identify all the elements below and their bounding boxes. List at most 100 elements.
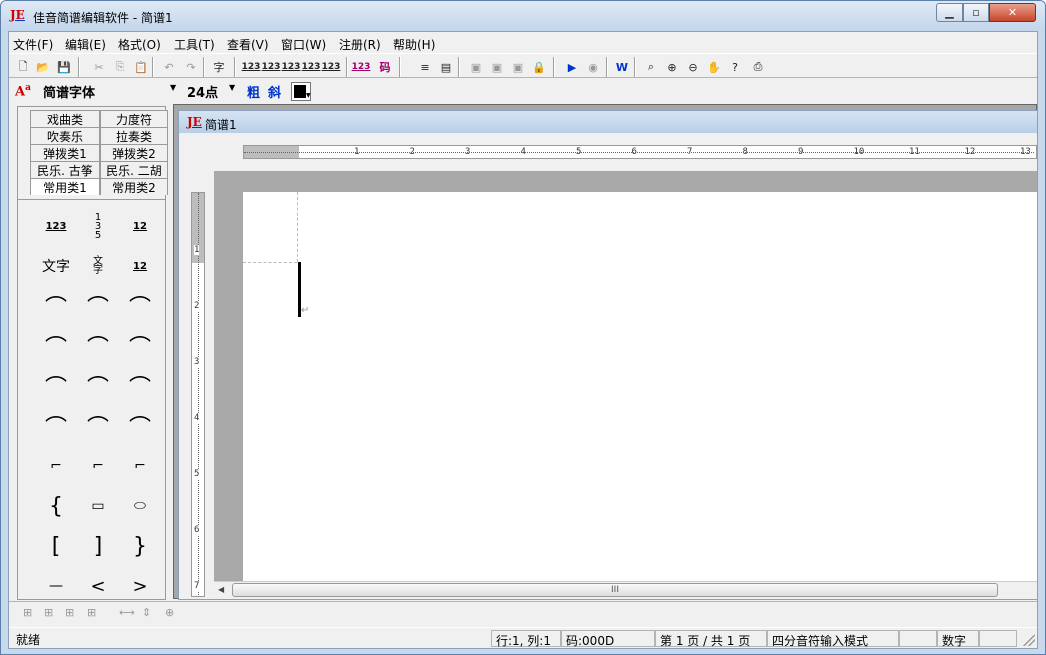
align-left-button[interactable]: ≡	[415, 57, 435, 77]
palette-symbol[interactable]: }	[120, 528, 160, 564]
score-page[interactable]: ↵	[243, 192, 1037, 581]
menu-item[interactable]: 文件(F)	[13, 36, 53, 53]
menu-item[interactable]: 窗口(W)	[281, 36, 326, 53]
palette-symbol[interactable]: >	[120, 568, 160, 604]
chevron-down-icon[interactable]: ▼	[170, 83, 176, 92]
palette-symbol[interactable]: 12	[120, 208, 160, 244]
resize-grip[interactable]	[1023, 634, 1035, 646]
palette-symbol[interactable]: ⌒	[78, 328, 118, 364]
palette-symbol[interactable]: <	[78, 568, 118, 604]
menu-item[interactable]: 格式(O)	[118, 36, 161, 53]
menu-item[interactable]: 帮助(H)	[393, 36, 435, 53]
word-button[interactable]: W	[612, 57, 632, 77]
cut-button[interactable]: ✂	[89, 57, 109, 77]
same-width-icon[interactable]: ⟷	[119, 606, 135, 619]
palette-tab[interactable]: 吹奏乐	[30, 127, 100, 144]
palette-symbol[interactable]: [	[36, 528, 76, 564]
notation-2-button[interactable]: 123	[261, 57, 281, 77]
palette-symbol[interactable]: 1 3 5	[78, 208, 118, 244]
notation-5-button[interactable]: 123	[321, 57, 341, 77]
notation-color-button[interactable]: 123	[351, 57, 371, 77]
palette-symbol[interactable]: ⬭	[120, 488, 160, 524]
notation-1-button[interactable]: 123	[241, 57, 261, 77]
palette-symbol[interactable]: ⌐	[120, 448, 160, 484]
menu-item[interactable]: 查看(V)	[227, 36, 269, 53]
new-file-button[interactable]: 🗋	[13, 57, 33, 77]
lock-button[interactable]: 🔒	[529, 57, 549, 77]
scroll-thumb[interactable]: III	[232, 583, 998, 597]
palette-symbol[interactable]: ⌒	[78, 368, 118, 404]
distribute-icon[interactable]: ⊞	[87, 606, 96, 619]
palette-symbol[interactable]: 文 字	[78, 248, 118, 284]
palette-symbol[interactable]: —	[36, 568, 76, 604]
palette-symbol[interactable]: 12	[120, 248, 160, 284]
undo-button[interactable]: ↶	[159, 57, 179, 77]
palette-symbol[interactable]: 文字	[36, 248, 76, 284]
palette-symbol[interactable]: ⌒	[36, 408, 76, 444]
palette-symbol[interactable]: ⌒	[78, 288, 118, 324]
zoom-page-button[interactable]: ⌕	[641, 57, 661, 77]
palette-tab[interactable]: 常用类2	[100, 178, 168, 195]
palette-symbol[interactable]: ]	[78, 528, 118, 564]
palette-symbol[interactable]: ⌒	[120, 288, 160, 324]
play-button[interactable]: ▶	[562, 57, 582, 77]
menu-item[interactable]: 编辑(E)	[65, 36, 106, 53]
hand-button[interactable]: ✋	[704, 57, 724, 77]
help-button[interactable]: ?	[725, 57, 745, 77]
zoom-in-button[interactable]: ⊕	[662, 57, 682, 77]
open-folder-button[interactable]: 📂	[33, 57, 53, 77]
palette-symbol[interactable]: 123	[36, 208, 76, 244]
italic-button[interactable]: 斜	[268, 82, 281, 101]
layer-1-button[interactable]: ▣	[466, 57, 486, 77]
redo-button[interactable]: ↷	[181, 57, 201, 77]
palette-tab[interactable]: 拉奏类	[100, 127, 168, 144]
palette-symbol[interactable]: ⌒	[120, 408, 160, 444]
notation-3-button[interactable]: 123	[281, 57, 301, 77]
notation-4-button[interactable]: 123	[301, 57, 321, 77]
layer-3-button[interactable]: ▣	[508, 57, 528, 77]
align-middle-icon[interactable]: ⊞	[44, 606, 53, 619]
copy-button[interactable]: ⎘	[110, 57, 130, 77]
horizontal-ruler[interactable]: 1234567891011121314	[243, 145, 1037, 159]
maximize-button[interactable]: ▫	[963, 3, 989, 22]
horizontal-scrollbar[interactable]: ◀ III	[214, 581, 1037, 598]
font-color-button[interactable]: ▼	[291, 82, 311, 101]
stop-button[interactable]: ◉	[583, 57, 603, 77]
palette-tab[interactable]: 弹拨类2	[100, 144, 168, 161]
palette-symbol[interactable]: ⌒	[36, 368, 76, 404]
palette-tab[interactable]: 戏曲类	[30, 110, 100, 127]
print-button[interactable]: ⎙	[748, 57, 768, 77]
align-top-icon[interactable]: ⊞	[23, 606, 32, 619]
palette-tab[interactable]: 常用类1	[30, 178, 100, 195]
palette-symbol[interactable]: ⌒	[36, 328, 76, 364]
align-bottom-icon[interactable]: ⊞	[65, 606, 74, 619]
palette-symbol[interactable]: ⌒	[120, 328, 160, 364]
vertical-ruler[interactable]: 1 2 3 4 5 6 7	[191, 192, 205, 597]
same-height-icon[interactable]: ⇕	[142, 606, 151, 619]
paste-button[interactable]: 📋	[131, 57, 151, 77]
menu-item[interactable]: 注册(R)	[339, 36, 381, 53]
palette-symbol[interactable]: ⌒	[120, 368, 160, 404]
center-icon[interactable]: ⊕	[165, 606, 174, 619]
font-name-select[interactable]: 简谱字体	[40, 81, 181, 101]
palette-symbol[interactable]: ⌒	[78, 408, 118, 444]
scroll-left-icon[interactable]: ◀	[218, 585, 224, 594]
palette-tab[interactable]: 民乐. 二胡	[100, 161, 168, 178]
palette-tab[interactable]: 民乐. 古筝	[30, 161, 100, 178]
minimize-button[interactable]: ▁	[936, 3, 963, 22]
bold-button[interactable]: 粗	[247, 82, 260, 101]
code-button[interactable]: 码	[375, 57, 395, 77]
chevron-down-icon[interactable]: ▼	[229, 83, 235, 92]
palette-tab[interactable]: 弹拨类1	[30, 144, 100, 161]
align-justify-button[interactable]: ▤	[436, 57, 456, 77]
palette-symbol[interactable]: ▭	[78, 488, 118, 524]
palette-symbol[interactable]: ⌐	[36, 448, 76, 484]
palette-symbol[interactable]: {	[36, 488, 76, 524]
text-button[interactable]: 字	[209, 57, 229, 77]
layer-2-button[interactable]: ▣	[487, 57, 507, 77]
close-button[interactable]: ✕	[989, 3, 1036, 22]
save-button[interactable]: 💾	[54, 57, 74, 77]
menu-item[interactable]: 工具(T)	[174, 36, 215, 53]
zoom-out-button[interactable]: ⊖	[683, 57, 703, 77]
palette-tab[interactable]: 力度符	[100, 110, 168, 127]
